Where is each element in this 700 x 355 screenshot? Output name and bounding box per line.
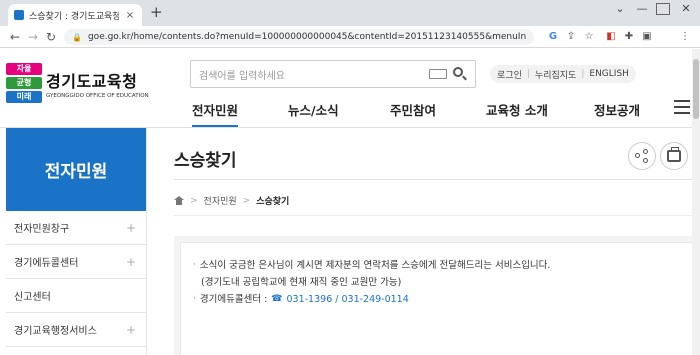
extensions-puzzle-icon[interactable]: ✚ <box>622 30 636 44</box>
extension-icon[interactable]: ◧ <box>604 30 618 44</box>
contact-label: 경기에듀콜센터 : <box>199 294 268 305</box>
sidebar-border <box>146 128 147 355</box>
sidebar-item-label: 경기교육행정서비스 <box>14 326 97 337</box>
expand-plus-icon[interactable]: + <box>126 221 136 235</box>
english-link[interactable]: ENGLISH <box>584 69 634 79</box>
sidebar-item-report-center[interactable]: 신고센터 <box>6 279 146 313</box>
print-icon <box>667 147 681 162</box>
info-line: (경기도내 공립학교에 현재 재직 중인 교원만 가능) <box>193 274 692 291</box>
sidebar-item-label: 신고센터 <box>14 292 51 303</box>
breadcrumb-separator: > <box>190 195 198 206</box>
contact-numbers: 031-1396 / 031-249-0114 <box>286 294 409 305</box>
logo-korean-name: 경기도교육청 <box>46 71 138 91</box>
browser-toolbar: ← → ↻ 🔒 goe.go.kr/home/contents.do?menuI… <box>0 26 700 48</box>
reload-button[interactable]: ↻ <box>44 30 58 44</box>
utility-links: 로그인 | 누리집지도 | ENGLISH <box>490 65 636 83</box>
web-page: 자율 균형 미래 경기도교육청 GYEONGGIDO OFFICE OF EDU… <box>0 49 692 355</box>
sidebar-item-civil-window[interactable]: 전자민원창구 + <box>6 211 146 245</box>
logo-mark-line-1: 자율 <box>6 63 42 75</box>
browser-tabstrip: 스승찾기 : 경기도교육청 × + ⌄ — ✕ <box>0 0 700 26</box>
info-box: · 소식이 궁금한 은사님이 계시면 제자분의 연락처를 스승에게 전달해드리는… <box>174 236 692 355</box>
bullet: · <box>193 294 196 304</box>
back-button[interactable]: ← <box>8 30 22 44</box>
site-favicon-icon <box>14 10 24 20</box>
sitemap-link[interactable]: 누리집지도 <box>530 68 581 81</box>
site-logo[interactable]: 자율 균형 미래 경기도교육청 GYEONGGIDO OFFICE OF EDU… <box>6 61 166 105</box>
logo-mark-line-2: 균형 <box>6 77 42 89</box>
maximize-button[interactable] <box>656 3 670 15</box>
bullet: · <box>193 260 196 270</box>
side-panel-icon[interactable]: ▣ <box>640 30 654 44</box>
address-bar[interactable]: 🔒 goe.go.kr/home/contents.do?menuId=1000… <box>64 29 534 45</box>
search-icon[interactable] <box>453 67 467 81</box>
phone-icon: ☎ <box>271 294 283 304</box>
forward-button[interactable]: → <box>26 30 40 44</box>
url-text: goe.go.kr/home/contents.do?menuId=100000… <box>87 32 526 42</box>
minimize-button[interactable]: — <box>634 2 650 15</box>
share-page-icon[interactable]: ⇪ <box>564 30 578 44</box>
info-text: 소식이 궁금한 은사님이 계시면 제자분의 연락처를 스승에게 전달해드리는 서… <box>199 260 551 271</box>
google-translate-icon[interactable]: G <box>546 30 560 44</box>
info-text: (경기도내 공립학교에 현재 재직 중인 교원만 가능) <box>201 277 402 288</box>
site-search[interactable]: 검색어를 입력하세요 <box>190 60 476 88</box>
close-window-button[interactable]: ✕ <box>678 2 694 15</box>
browser-tab[interactable]: 스승찾기 : 경기도교육청 × <box>8 4 142 26</box>
nav-item-participation[interactable]: 주민참여 <box>390 100 436 119</box>
scrollbar-thumb[interactable] <box>693 59 699 119</box>
info-line: · 소식이 궁금한 은사님이 계시면 제자분의 연락처를 스승에게 전달해드리는… <box>193 257 692 274</box>
hamburger-menu-icon[interactable] <box>674 100 690 114</box>
nav-item-about[interactable]: 교육청 소개 <box>486 100 548 119</box>
logo-english-name: GYEONGGIDO OFFICE OF EDUCATION <box>46 92 149 99</box>
expand-plus-icon[interactable]: + <box>126 323 136 337</box>
nav-item-disclosure[interactable]: 정보공개 <box>594 100 640 119</box>
logo-mark-line-3: 미래 <box>6 91 42 103</box>
breadcrumb-divider <box>174 215 692 216</box>
sidebar-menu: 전자민원창구 + 경기에듀콜센터 + 신고센터 경기교육행정서비스 + <box>6 211 146 347</box>
sidebar-item-label: 전자민원창구 <box>14 224 70 235</box>
info-box-inner: · 소식이 궁금한 은사님이 계시면 제자분의 연락처를 스승에게 전달해드리는… <box>180 242 692 355</box>
tab-title: 스승찾기 : 경기도교육청 <box>29 11 119 22</box>
nav-item-e-civil[interactable]: 전자민원 <box>192 100 239 128</box>
page-title: 스승찾기 <box>174 151 237 171</box>
login-link[interactable]: 로그인 <box>492 68 527 81</box>
tab-close-icon[interactable]: × <box>124 10 136 21</box>
sidebar-item-label: 경기에듀콜센터 <box>14 258 79 269</box>
new-tab-button[interactable]: + <box>150 5 163 20</box>
virtual-keyboard-icon[interactable] <box>429 69 447 79</box>
contact-line: · 경기에듀콜센터 : ☎ 031-1396 / 031-249-0114 <box>193 291 692 308</box>
nav-item-news[interactable]: 뉴스/소식 <box>288 100 339 119</box>
expand-plus-icon[interactable]: + <box>126 255 136 269</box>
browser-menu-icon[interactable]: ⋮ <box>678 30 692 44</box>
sidebar-item-edu-callcenter[interactable]: 경기에듀콜센터 + <box>6 245 146 279</box>
share-button[interactable] <box>628 142 656 170</box>
home-icon[interactable] <box>174 196 184 205</box>
sidebar-item-admin-service[interactable]: 경기교육행정서비스 + <box>6 313 146 347</box>
title-divider <box>174 179 692 180</box>
page-scrollbar[interactable] <box>692 49 700 355</box>
print-button[interactable] <box>660 142 688 170</box>
logo-mark: 자율 균형 미래 <box>6 63 42 103</box>
sidebar-title: 전자민원 <box>6 128 146 211</box>
breadcrumb-item[interactable]: 전자민원 <box>204 194 237 207</box>
breadcrumb-separator: > <box>242 195 251 206</box>
lock-icon: 🔒 <box>72 32 82 42</box>
breadcrumb-current: 스승찾기 <box>256 197 290 207</box>
bookmark-star-icon[interactable]: ☆ <box>582 30 596 44</box>
share-icon <box>635 149 649 163</box>
breadcrumb: > 전자민원 > 스승찾기 <box>174 194 289 207</box>
main-navigation: 전자민원 뉴스/소식 주민참여 교육청 소개 정보공개 <box>180 94 690 128</box>
search-input[interactable]: 검색어를 입력하세요 <box>199 67 429 82</box>
logo-text: 경기도교육청 GYEONGGIDO OFFICE OF EDUCATION <box>46 68 149 99</box>
tab-search-icon[interactable]: ⌄ <box>612 2 628 15</box>
